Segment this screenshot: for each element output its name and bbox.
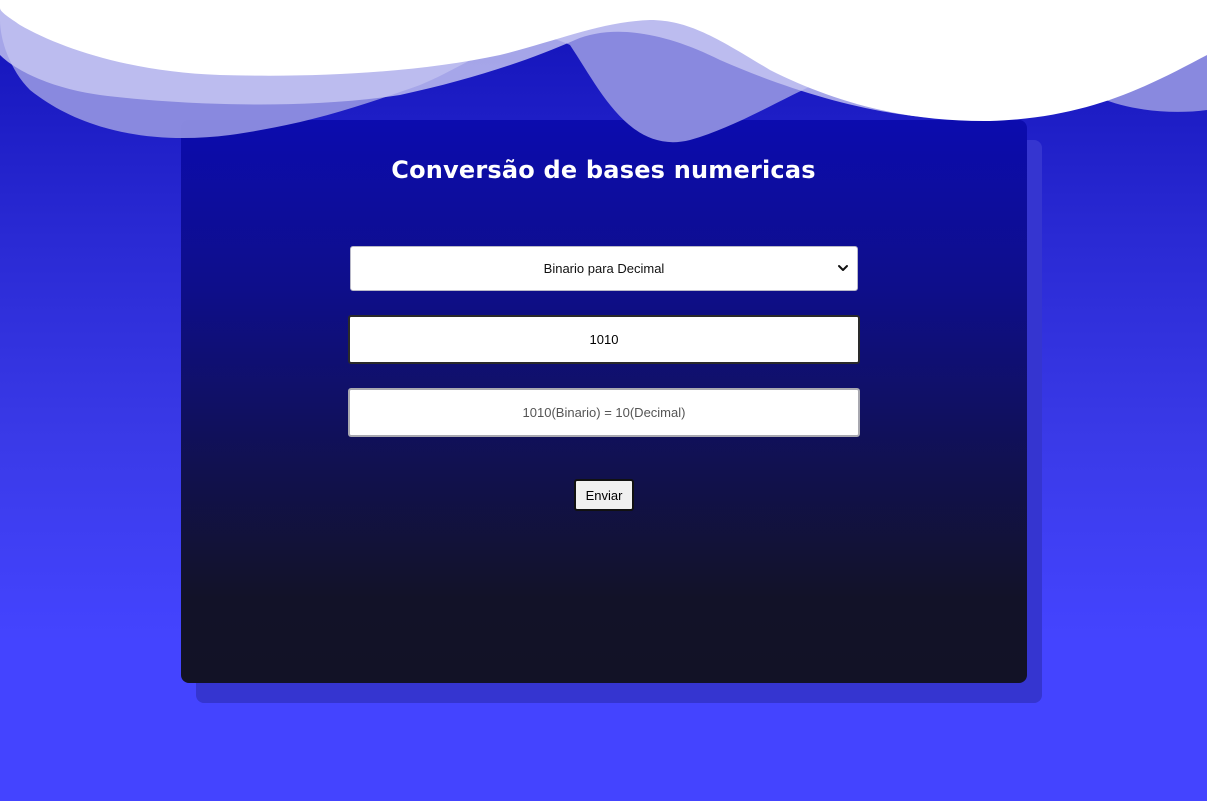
- conversion-mode-value: Binario para Decimal: [543, 261, 665, 276]
- chevron-down-icon: [838, 265, 848, 271]
- page-title: Conversão de bases numericas: [391, 156, 816, 184]
- number-input[interactable]: [348, 315, 860, 364]
- conversion-mode-select[interactable]: Binario para Decimal: [350, 246, 858, 291]
- result-output: 1010(Binario) = 10(Decimal): [348, 388, 860, 437]
- submit-button[interactable]: Enviar: [574, 479, 634, 511]
